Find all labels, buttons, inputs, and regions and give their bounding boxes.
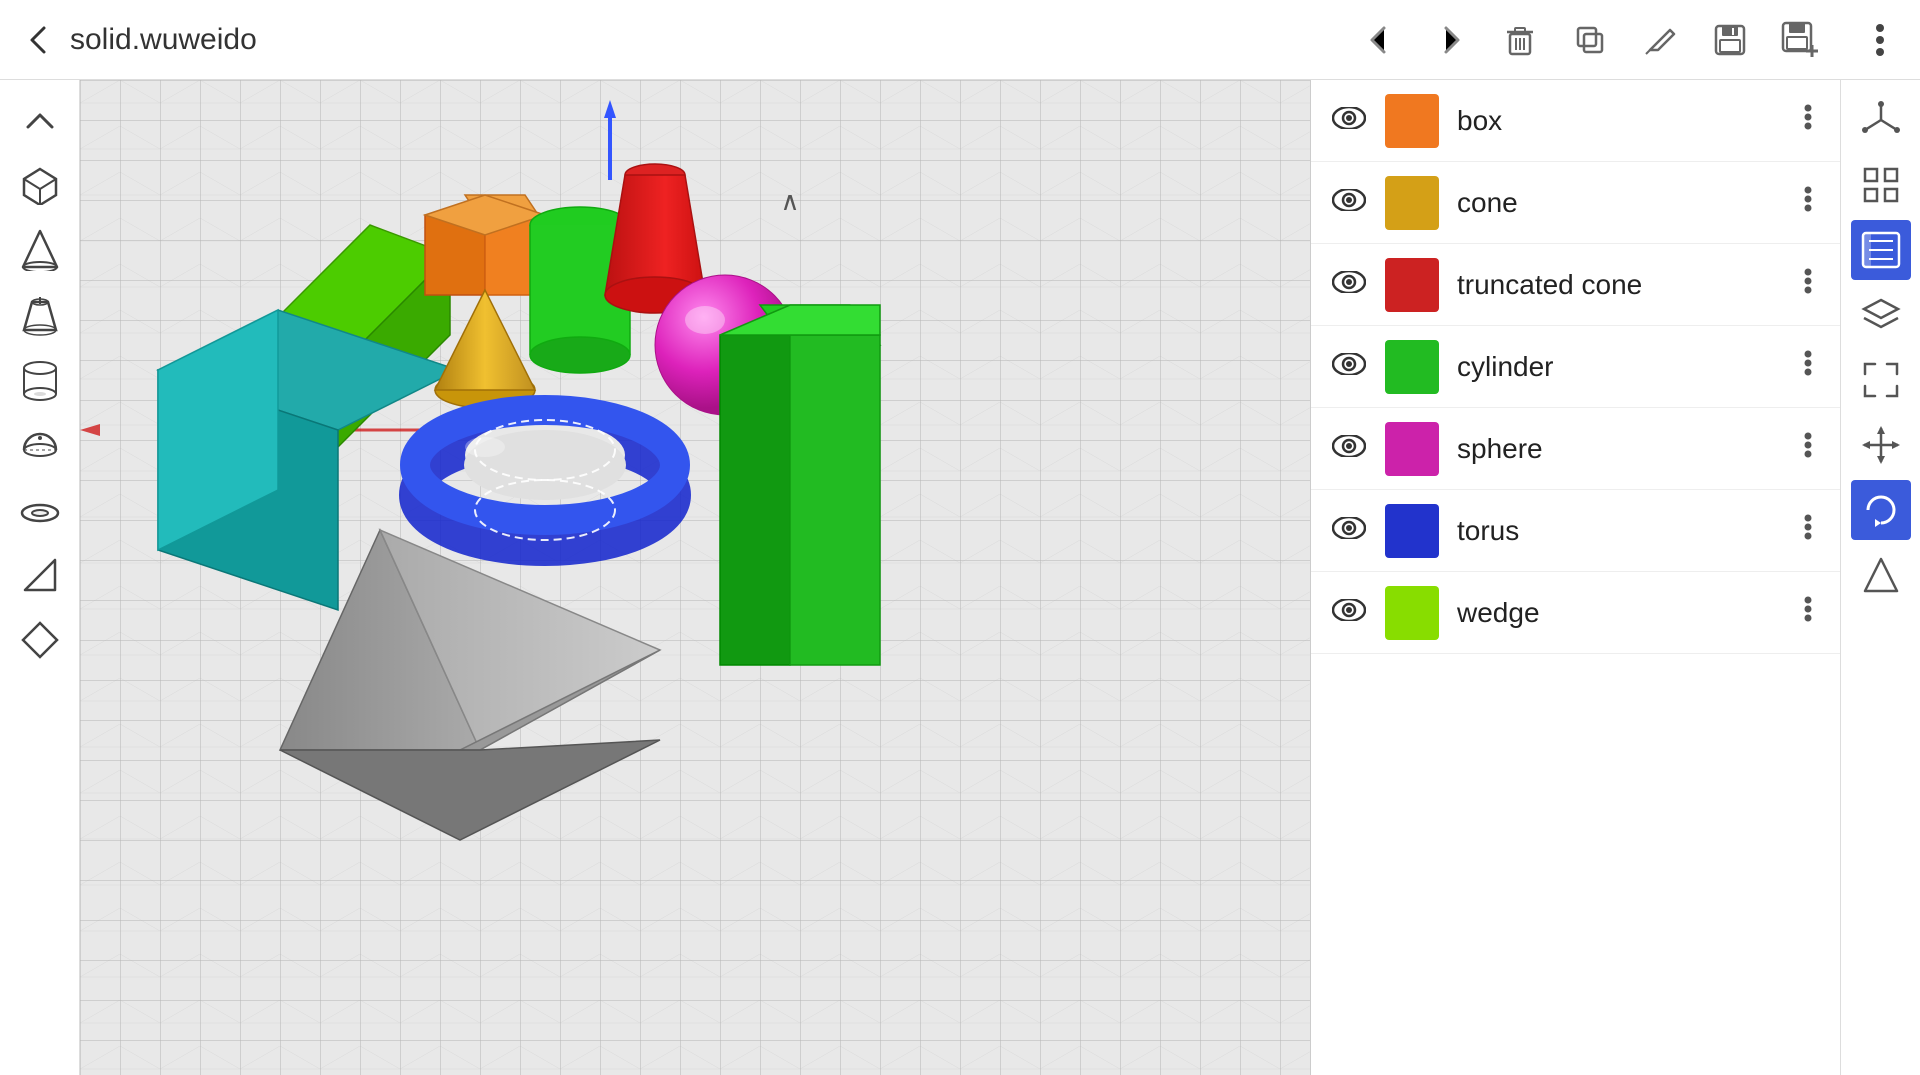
- panel-item-truncated-cone[interactable]: truncated cone: [1311, 244, 1840, 326]
- left-sidebar: [0, 80, 80, 1075]
- eye-icon-box[interactable]: [1331, 107, 1367, 135]
- eye-icon-torus[interactable]: [1331, 517, 1367, 545]
- nav-back-button[interactable]: [1355, 15, 1405, 65]
- header: solid.wuweido: [0, 0, 1920, 80]
- more-button-box[interactable]: [1796, 102, 1820, 139]
- add-box-button[interactable]: [10, 155, 70, 215]
- add-torus-button[interactable]: [10, 480, 70, 540]
- layers-button[interactable]: [1851, 285, 1911, 345]
- more-options-button[interactable]: [1855, 15, 1905, 65]
- panel-item-box[interactable]: box: [1311, 80, 1840, 162]
- panel-item-wedge[interactable]: wedge: [1311, 572, 1840, 654]
- add-sphere-button[interactable]: [10, 415, 70, 475]
- more-button-truncated-cone[interactable]: [1796, 266, 1820, 303]
- more-button-cylinder[interactable]: [1796, 348, 1820, 385]
- color-swatch-wedge: [1385, 586, 1439, 640]
- header-right: [1855, 15, 1920, 65]
- nav-forward-button[interactable]: [1425, 15, 1475, 65]
- add-truncated-cone-button[interactable]: [10, 285, 70, 345]
- delete-button[interactable]: [1495, 15, 1545, 65]
- add-diamond-button[interactable]: [10, 610, 70, 670]
- color-swatch-cylinder: [1385, 340, 1439, 394]
- color-swatch-sphere: [1385, 422, 1439, 476]
- eye-icon-wedge[interactable]: [1331, 599, 1367, 627]
- eye-icon-sphere[interactable]: [1331, 435, 1367, 463]
- transform-button[interactable]: [1851, 545, 1911, 605]
- more-button-torus[interactable]: [1796, 512, 1820, 549]
- item-label-torus: torus: [1457, 515, 1778, 547]
- eye-icon-truncated-cone[interactable]: [1331, 271, 1367, 299]
- item-label-cylinder: cylinder: [1457, 351, 1778, 383]
- rotate-button[interactable]: [1851, 480, 1911, 540]
- header-center: [1325, 15, 1855, 65]
- add-cone-button[interactable]: [10, 220, 70, 280]
- save-plus-button[interactable]: [1775, 15, 1825, 65]
- edit-button[interactable]: [1635, 15, 1685, 65]
- add-cylinder-button[interactable]: [10, 350, 70, 410]
- item-label-box: box: [1457, 105, 1778, 137]
- add-wedge-button[interactable]: [10, 545, 70, 605]
- back-button[interactable]: [20, 20, 60, 60]
- item-label-sphere: sphere: [1457, 433, 1778, 465]
- more-button-sphere[interactable]: [1796, 430, 1820, 467]
- color-swatch-cone: [1385, 176, 1439, 230]
- save-button[interactable]: [1705, 15, 1755, 65]
- panel-item-torus[interactable]: torus: [1311, 490, 1840, 572]
- color-swatch-truncated-cone: [1385, 258, 1439, 312]
- expand-button[interactable]: [1851, 350, 1911, 410]
- color-swatch-box: [1385, 94, 1439, 148]
- panel-item-sphere[interactable]: sphere: [1311, 408, 1840, 490]
- color-swatch-torus: [1385, 504, 1439, 558]
- zoom-fit-button[interactable]: [1851, 155, 1911, 215]
- collapse-sidebar-button[interactable]: [10, 90, 70, 150]
- item-label-cone: cone: [1457, 187, 1778, 219]
- panel: box cone: [1310, 0, 1840, 1075]
- panel-items-list: box cone: [1311, 80, 1840, 654]
- panel-item-cylinder[interactable]: cylinder: [1311, 326, 1840, 408]
- header-left: solid.wuweido: [0, 20, 1325, 60]
- eye-icon-cone[interactable]: [1331, 189, 1367, 217]
- more-button-cone[interactable]: [1796, 184, 1820, 221]
- panel-item-cone[interactable]: cone: [1311, 162, 1840, 244]
- item-label-truncated-cone: truncated cone: [1457, 269, 1778, 301]
- move-button[interactable]: [1851, 415, 1911, 475]
- right-sidebar: [1840, 80, 1920, 1075]
- svg-text:∧: ∧: [780, 186, 799, 216]
- more-button-wedge[interactable]: [1796, 594, 1820, 631]
- properties-panel-button[interactable]: [1851, 220, 1911, 280]
- item-label-wedge: wedge: [1457, 597, 1778, 629]
- axis-view-button[interactable]: [1851, 90, 1911, 150]
- duplicate-button[interactable]: [1565, 15, 1615, 65]
- app-title: solid.wuweido: [70, 23, 257, 57]
- eye-icon-cylinder[interactable]: [1331, 353, 1367, 381]
